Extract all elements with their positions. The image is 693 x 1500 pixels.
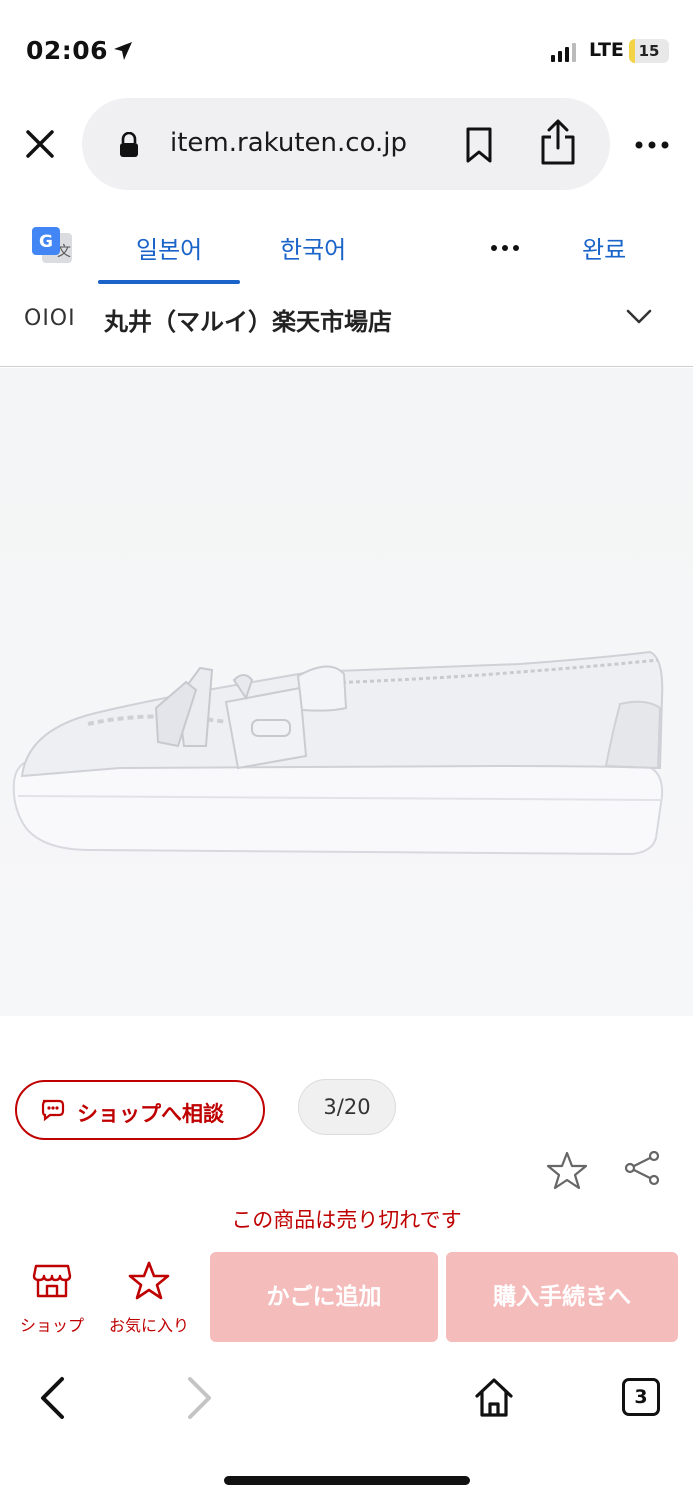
svg-text:G: G	[39, 232, 53, 252]
shop-name[interactable]: 丸井（マルイ）楽天市場店	[104, 302, 392, 337]
shop-label[interactable]: ショップ	[14, 1312, 90, 1336]
home-icon[interactable]	[474, 1376, 514, 1418]
forward-arrow-icon[interactable]	[186, 1376, 214, 1420]
shop-consult-button[interactable]: ショップへ相談	[15, 1080, 265, 1140]
back-arrow-icon[interactable]	[38, 1376, 66, 1420]
shop-consult-label: ショップへ相談	[77, 1102, 224, 1126]
google-translate-icon[interactable]: 文 G	[30, 225, 74, 269]
star-outline-icon[interactable]	[546, 1150, 588, 1190]
add-to-cart-button[interactable]: かごに追加	[210, 1252, 438, 1342]
signal-icon	[551, 43, 576, 62]
home-indicator	[224, 1476, 470, 1485]
favorite-label[interactable]: お気に入り	[102, 1312, 196, 1336]
more-icon[interactable]	[634, 140, 670, 150]
image-counter: 3/20	[298, 1079, 396, 1135]
location-arrow-icon	[114, 42, 132, 60]
status-bar: 02:06 LTE 15	[0, 0, 693, 96]
chevron-down-icon[interactable]	[626, 308, 652, 326]
status-time: 02:06	[26, 36, 109, 65]
bookmark-icon[interactable]	[464, 126, 494, 164]
favorite-star-icon[interactable]	[128, 1260, 170, 1300]
tab-japanese[interactable]: 일본어	[136, 230, 202, 265]
product-image[interactable]	[0, 368, 693, 1016]
divider	[0, 366, 693, 367]
battery-indicator: 15	[629, 39, 669, 63]
shop-icon[interactable]	[32, 1262, 72, 1300]
checkout-button[interactable]: 購入手続きへ	[446, 1252, 678, 1342]
network-label: LTE	[589, 39, 624, 61]
lock-icon	[120, 132, 138, 157]
url-text[interactable]: item.rakuten.co.jp	[170, 128, 407, 158]
shoe-illustration	[12, 650, 664, 856]
close-icon[interactable]	[24, 128, 56, 160]
site-logo[interactable]: OIOI	[24, 306, 76, 331]
active-tab-indicator	[98, 280, 240, 284]
share-nodes-icon[interactable]	[622, 1150, 662, 1186]
translate-done-button[interactable]: 완료	[582, 230, 626, 265]
battery-level: 15	[638, 42, 660, 60]
translate-more-icon[interactable]	[490, 244, 520, 252]
tabs-count-icon[interactable]: 3	[622, 1378, 660, 1416]
tab-korean[interactable]: 한국어	[280, 230, 346, 265]
share-icon[interactable]	[538, 118, 578, 166]
soldout-message: この商品は売り切れです	[231, 1208, 462, 1232]
chat-bubble-icon	[41, 1099, 65, 1122]
